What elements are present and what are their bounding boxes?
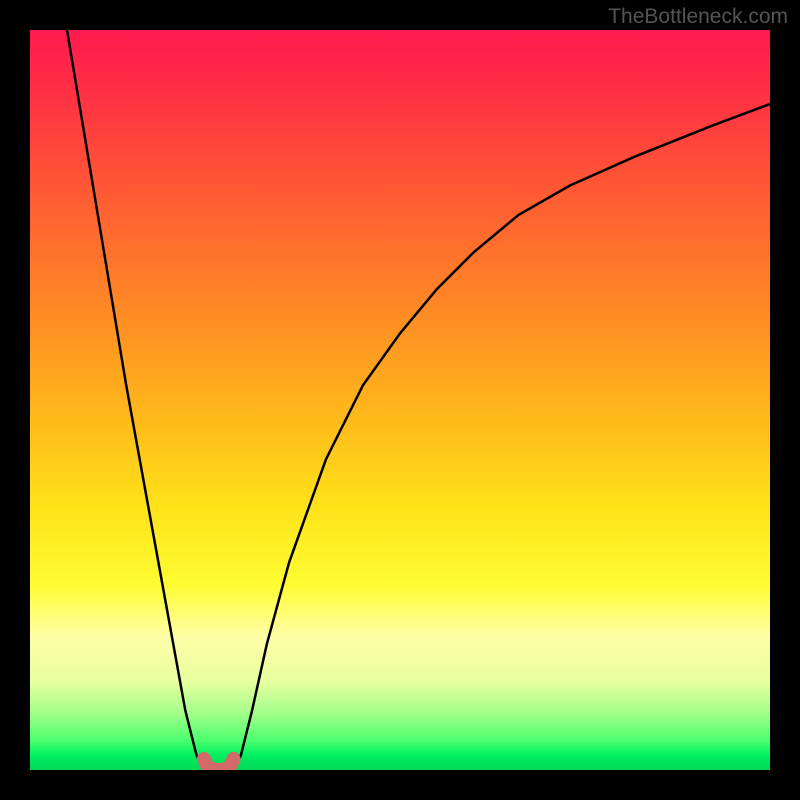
chart-container: TheBottleneck.com <box>0 0 800 800</box>
right-branch-curve <box>234 104 771 770</box>
watermark-text: TheBottleneck.com <box>608 5 788 29</box>
optimal-highlight-curve <box>204 759 234 770</box>
curve-layer <box>30 30 770 770</box>
left-branch-curve <box>67 30 204 770</box>
plot-area <box>30 30 770 770</box>
